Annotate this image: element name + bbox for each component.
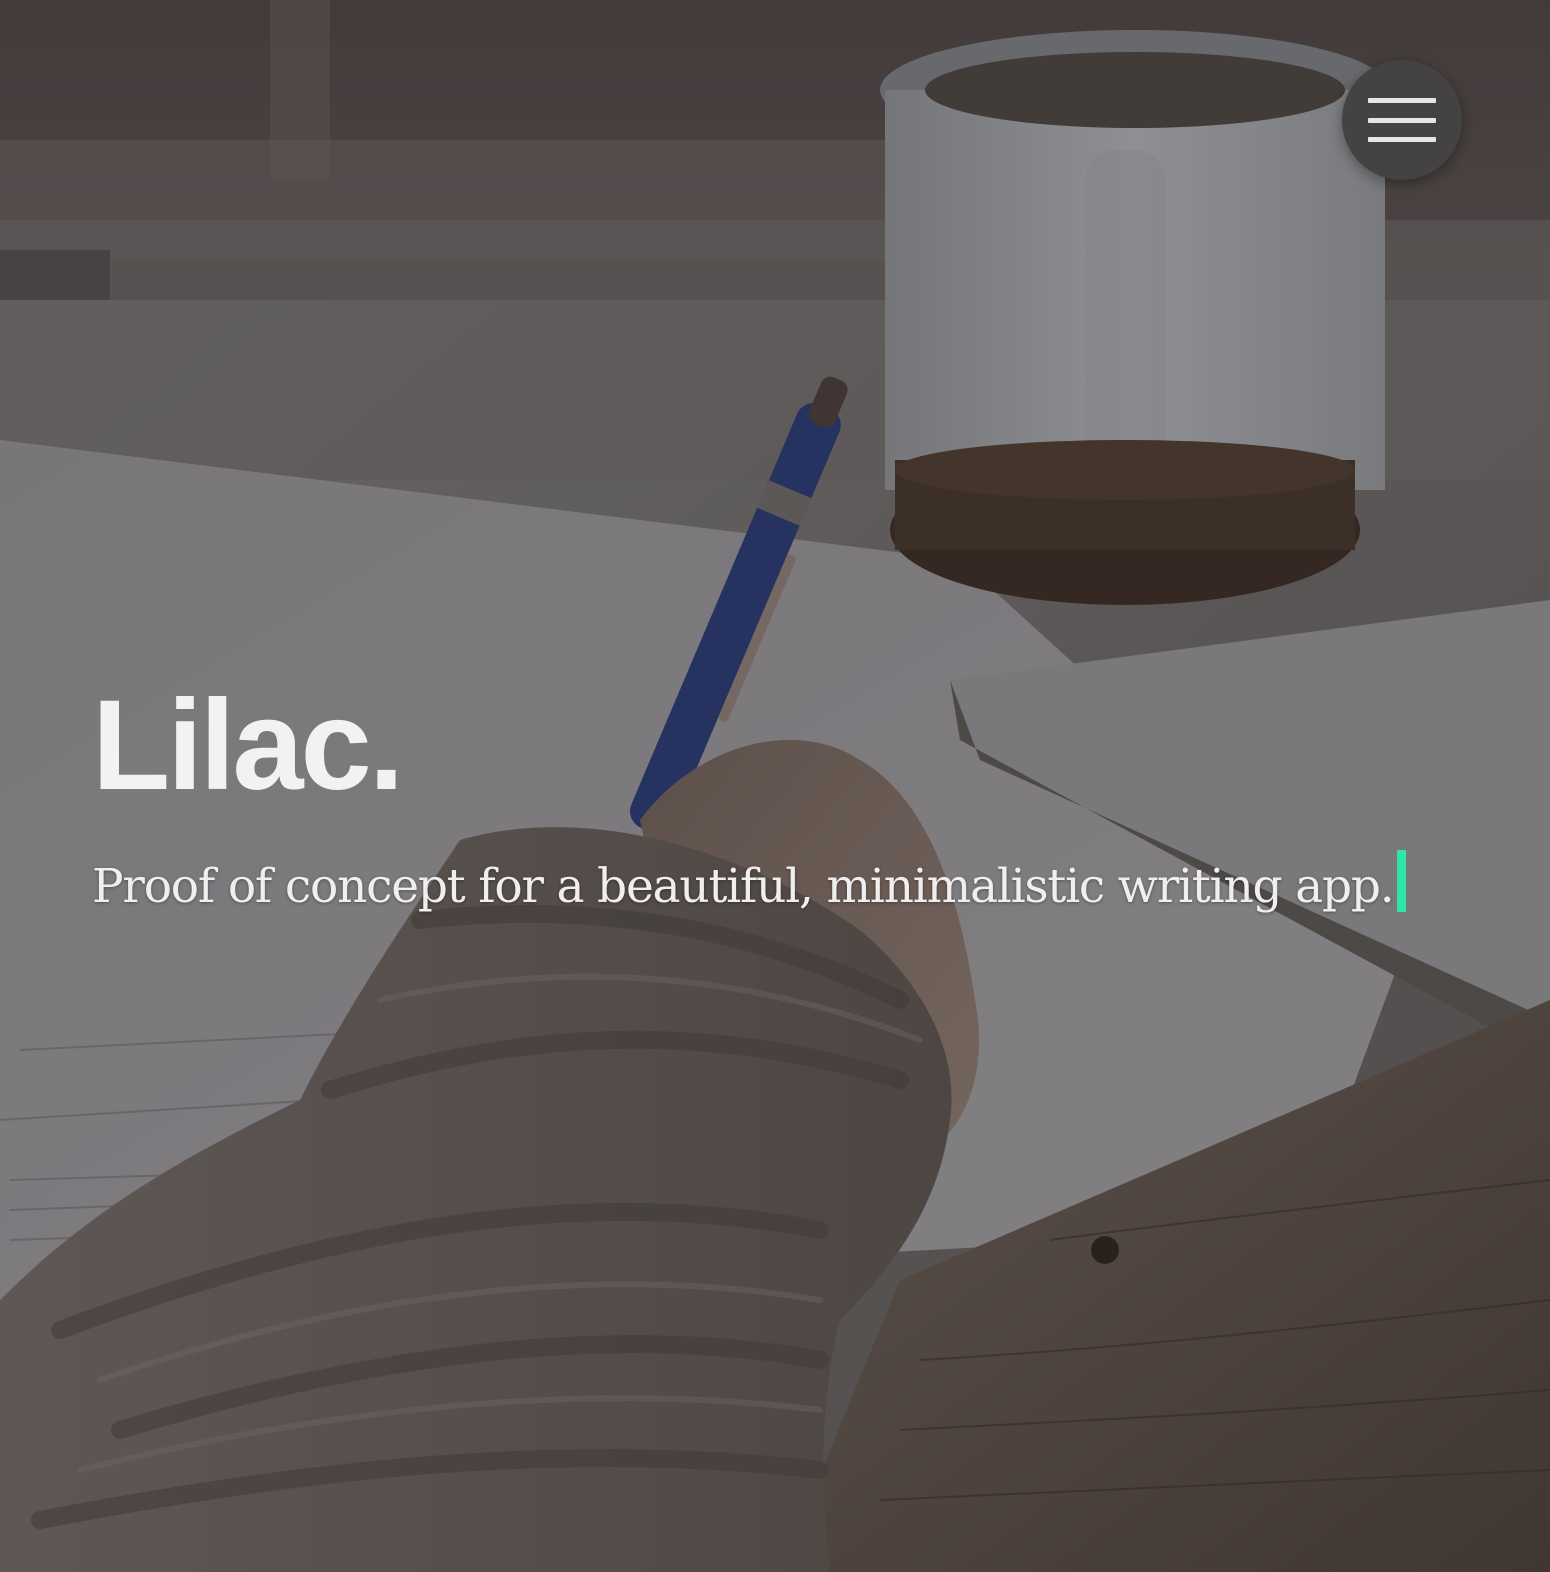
menu-button[interactable] — [1342, 60, 1462, 180]
page-subtitle: Proof of concept for a beautiful, minima… — [92, 850, 1407, 917]
subtitle-text: Proof of concept for a beautiful, minima… — [92, 859, 1395, 914]
page-title: Lilac. — [92, 674, 404, 817]
text-caret — [1397, 850, 1407, 912]
hamburger-menu-icon — [1368, 98, 1436, 142]
hero-section: Lilac. Proof of concept for a beautiful,… — [0, 0, 1550, 1572]
